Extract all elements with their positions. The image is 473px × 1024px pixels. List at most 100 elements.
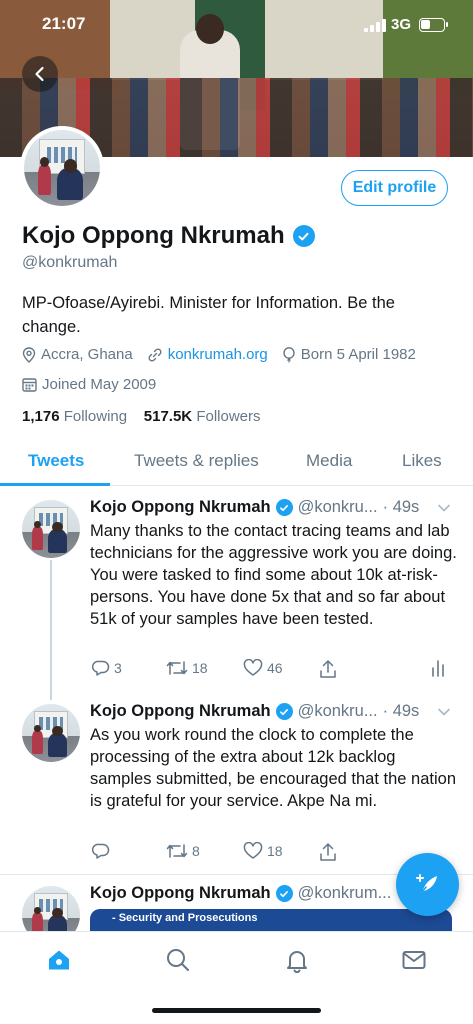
tab-tweets[interactable]: Tweets <box>28 451 84 471</box>
tweet-header: Kojo Oppong Nkrumah @konkru... · 49s <box>90 498 419 517</box>
share-button[interactable] <box>319 842 337 862</box>
compose-tweet-button[interactable] <box>396 853 459 916</box>
nav-messages[interactable] <box>399 945 429 975</box>
tweet-text: Many thanks to the contact tracing teams… <box>90 522 457 628</box>
thread-line <box>50 560 52 700</box>
profile-bio: MP-Ofoase/Ayirebi. Minister for Informat… <box>22 294 395 336</box>
retweet-icon <box>166 661 188 675</box>
location-pin-icon <box>22 346 36 363</box>
following-stat[interactable]: 1,176 Following <box>22 408 127 425</box>
tweet-image[interactable]: - Security and Prosecutions <box>90 909 452 931</box>
tweet-text: As you work round the clock to complete … <box>90 726 456 810</box>
retweet-count: 18 <box>192 660 208 676</box>
back-button[interactable] <box>22 56 58 92</box>
verified-badge-icon <box>275 885 293 902</box>
analytics-button[interactable] <box>431 659 445 677</box>
status-time: 21:07 <box>42 14 86 33</box>
tweet-actions: 8 18 <box>90 842 450 866</box>
tweet-avatar[interactable] <box>22 704 80 762</box>
heart-icon <box>243 842 263 859</box>
profile-name: Kojo Oppong Nkrumah <box>22 222 285 249</box>
followers-label: Followers <box>196 408 261 425</box>
verified-badge-icon <box>275 703 293 720</box>
reply-button[interactable]: 3 <box>92 659 122 677</box>
tab-likes[interactable]: Likes <box>402 451 442 471</box>
home-indicator[interactable] <box>152 1008 321 1013</box>
reply-button[interactable] <box>92 842 114 860</box>
tab-media[interactable]: Media <box>306 451 352 471</box>
retweet-icon <box>166 844 188 858</box>
envelope-icon <box>402 951 426 969</box>
nav-search[interactable] <box>163 945 193 975</box>
nav-notifications[interactable] <box>282 945 312 975</box>
like-count: 46 <box>267 660 283 676</box>
profile-meta-row: Accra, Ghana konkrumah.org Born 5 April … <box>22 346 430 363</box>
network-type: 3G <box>391 16 412 33</box>
website-link[interactable]: konkrumah.org <box>168 346 268 363</box>
tweet-image-caption: - Security and Prosecutions <box>112 912 258 924</box>
verified-badge-icon <box>275 499 293 516</box>
joined-item: Joined May 2009 <box>22 376 156 393</box>
analytics-icon <box>432 660 444 677</box>
following-label: Following <box>63 408 128 425</box>
active-tab-indicator <box>0 483 110 486</box>
tweet-actions: 3 18 46 <box>90 659 450 683</box>
battery-icon <box>419 18 448 32</box>
tweet-header: Kojo Oppong Nkrumah @konkru... · 49s <box>90 702 419 721</box>
tweet-author[interactable]: Kojo Oppong Nkrumah <box>90 498 271 517</box>
tweet-handle: @konkru... <box>297 498 378 516</box>
tweet-author[interactable]: Kojo Oppong Nkrumah <box>90 702 271 721</box>
chevron-down-icon[interactable] <box>437 707 451 717</box>
nav-home[interactable] <box>44 945 74 975</box>
tweet-author[interactable]: Kojo Oppong Nkrumah <box>90 884 271 903</box>
search-icon <box>167 949 189 971</box>
followers-stat[interactable]: 517.5K Followers <box>144 408 261 425</box>
heart-icon <box>243 659 263 676</box>
tweet-handle: @konkru... <box>297 702 378 720</box>
following-count: 1,176 <box>22 408 60 425</box>
tweet-time: · 49s <box>382 498 420 516</box>
location-item: Accra, Ghana <box>22 346 133 363</box>
retweet-button[interactable]: 18 <box>166 659 208 677</box>
birthday-item: Born 5 April 1982 <box>282 346 416 363</box>
location-text: Accra, Ghana <box>41 346 133 363</box>
profile-avatar[interactable] <box>20 126 104 210</box>
signal-icon <box>364 19 386 32</box>
share-button[interactable] <box>319 659 337 679</box>
follow-stats: 1,176 Following 517.5K Followers <box>22 408 261 425</box>
joined-text: Joined May 2009 <box>42 376 157 393</box>
retweet-count: 8 <box>192 843 200 859</box>
tweet-handle: @konkrum... <box>297 884 392 902</box>
tweet-header: Kojo Oppong Nkrumah @konkrum... <box>90 884 391 903</box>
balloon-icon <box>283 346 295 362</box>
profile-tabs: Tweets Tweets & replies Media Likes <box>0 440 473 486</box>
share-icon <box>320 843 336 861</box>
birthday-text: Born 5 April 1982 <box>300 346 416 363</box>
tweet-time: · 49s <box>382 702 420 720</box>
website-item[interactable]: konkrumah.org <box>147 346 268 363</box>
link-icon <box>148 347 162 362</box>
joined-row: Joined May 2009 <box>22 376 170 393</box>
feather-plus-icon <box>415 873 437 896</box>
retweet-button[interactable]: 8 <box>166 842 200 860</box>
profile-name-row: Kojo Oppong Nkrumah <box>22 222 315 250</box>
chevron-down-icon[interactable] <box>437 503 451 513</box>
followers-count: 517.5K <box>143 408 193 425</box>
profile-handle: @konkrumah <box>22 254 118 271</box>
tweet-avatar[interactable] <box>22 500 80 558</box>
home-icon <box>49 950 69 970</box>
edit-profile-button[interactable]: Edit profile <box>341 170 448 206</box>
like-button[interactable]: 18 <box>243 842 283 860</box>
avatar-image <box>24 130 100 206</box>
reply-icon <box>92 660 110 676</box>
verified-badge-icon <box>292 225 315 247</box>
status-bar: 21:07 3G <box>0 0 473 52</box>
like-button[interactable]: 46 <box>243 659 283 677</box>
bell-icon <box>287 951 307 973</box>
like-count: 18 <box>267 843 283 859</box>
chevron-left-icon <box>35 66 44 82</box>
calendar-icon <box>22 378 37 392</box>
share-icon <box>320 660 336 678</box>
reply-count: 3 <box>114 660 122 676</box>
tab-tweets-replies[interactable]: Tweets & replies <box>134 451 259 471</box>
